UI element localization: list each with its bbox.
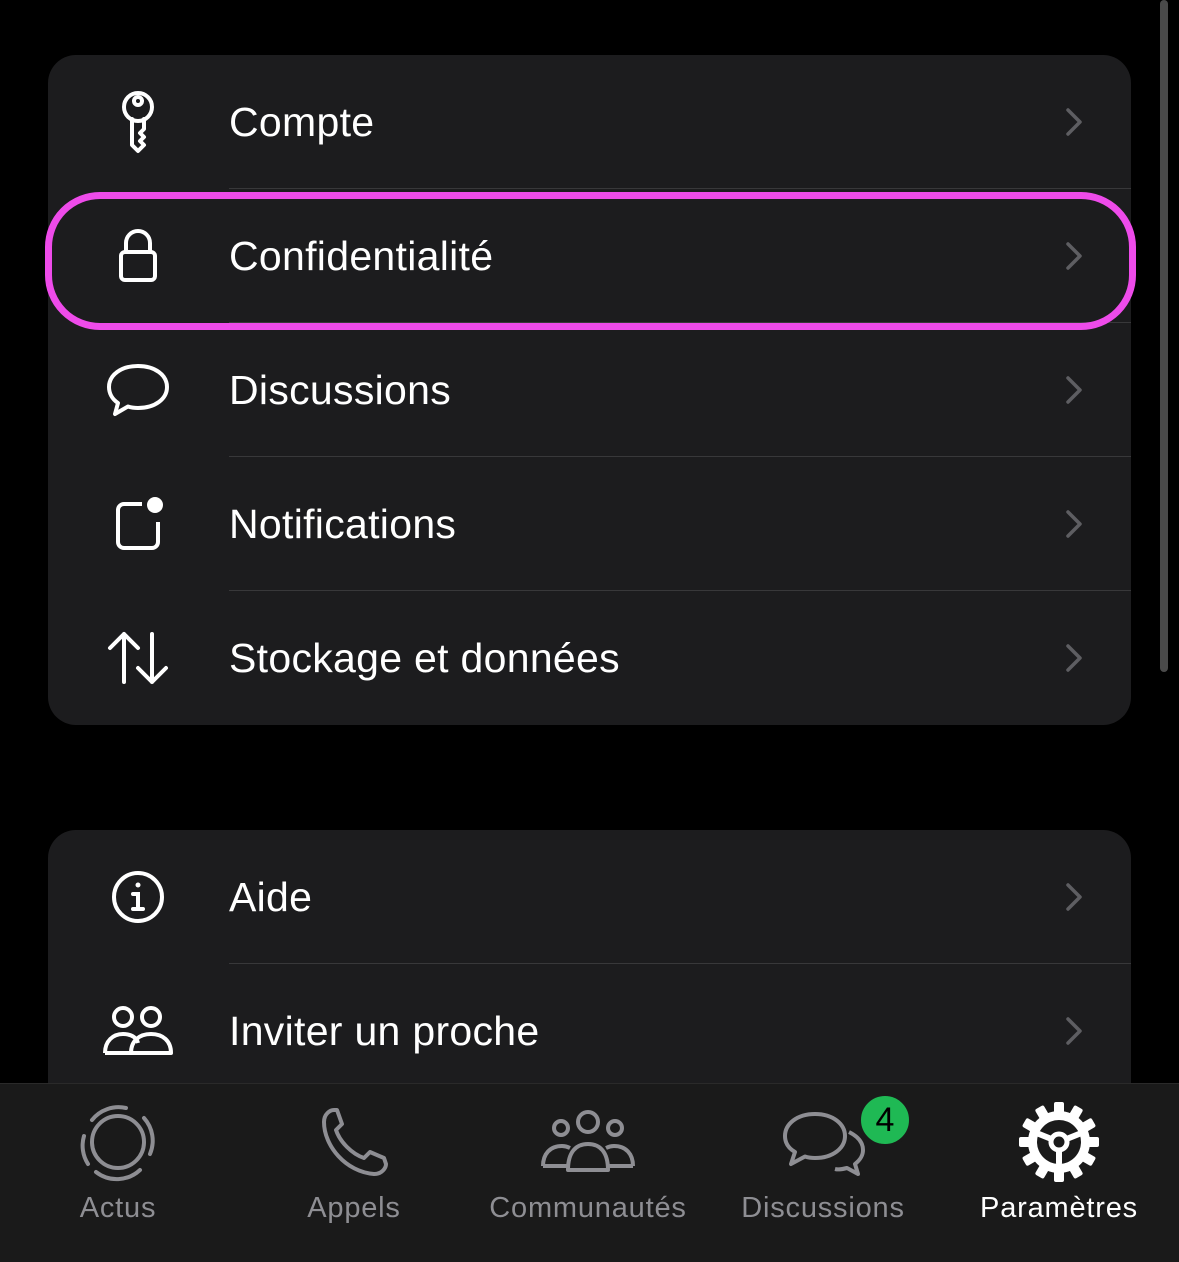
settings-item-inviter[interactable]: Inviter un proche [48, 964, 1131, 1098]
chevron-right-icon [1066, 510, 1082, 538]
tab-actus[interactable]: Actus [0, 1084, 236, 1262]
tab-label: Communautés [489, 1192, 687, 1224]
settings-item-notifications[interactable]: Notifications [48, 457, 1131, 591]
settings-item-label: Compte [229, 99, 375, 145]
people-icon [98, 991, 178, 1071]
arrows-updown-icon [98, 618, 178, 698]
lock-icon [98, 216, 178, 296]
tab-parametres[interactable]: Paramètres [941, 1084, 1177, 1262]
tab-label: Actus [79, 1192, 157, 1224]
settings-item-discussions[interactable]: Discussions [48, 323, 1131, 457]
chevron-right-icon [1066, 1017, 1082, 1045]
notification-icon [98, 484, 178, 564]
communities-icon [541, 1110, 635, 1172]
tab-communautes[interactable]: Communautés [470, 1084, 706, 1262]
settings-gear-icon [1019, 1102, 1099, 1182]
scrollbar[interactable] [1160, 0, 1168, 672]
settings-item-stockage[interactable]: Stockage et données [48, 591, 1131, 725]
settings-group-main: Compte Confidentialité Discussions Notif… [48, 55, 1131, 725]
unread-badge: 4 [858, 1093, 912, 1147]
chevron-right-icon [1066, 376, 1082, 404]
settings-item-aide[interactable]: Aide [48, 830, 1131, 964]
chat-bubble-icon [98, 350, 178, 430]
settings-item-compte[interactable]: Compte [48, 55, 1131, 189]
info-icon [98, 857, 178, 937]
key-icon [98, 82, 178, 162]
phone-icon [322, 1108, 388, 1176]
settings-item-label: Stockage et données [229, 635, 620, 681]
settings-item-label: Aide [229, 874, 313, 920]
tab-label: Appels [307, 1192, 401, 1224]
chevron-right-icon [1066, 883, 1082, 911]
settings-item-confidentialite[interactable]: Confidentialité [48, 189, 1131, 323]
tab-label: Discussions [741, 1192, 905, 1224]
chevron-right-icon [1066, 644, 1082, 672]
tab-label: Paramètres [980, 1192, 1138, 1224]
chevron-right-icon [1066, 108, 1082, 136]
updates-icon [80, 1105, 155, 1182]
settings-item-label: Discussions [229, 367, 452, 413]
settings-screen: Compte Confidentialité Discussions Notif… [0, 0, 1179, 1262]
settings-item-label: Notifications [229, 501, 457, 547]
chevron-right-icon [1066, 242, 1082, 270]
settings-item-label: Confidentialité [229, 233, 494, 279]
tab-bar: Actus Appels Communautés Discussions Par… [0, 1083, 1179, 1262]
settings-item-label: Inviter un proche [229, 1008, 540, 1054]
tab-appels[interactable]: Appels [236, 1084, 472, 1262]
